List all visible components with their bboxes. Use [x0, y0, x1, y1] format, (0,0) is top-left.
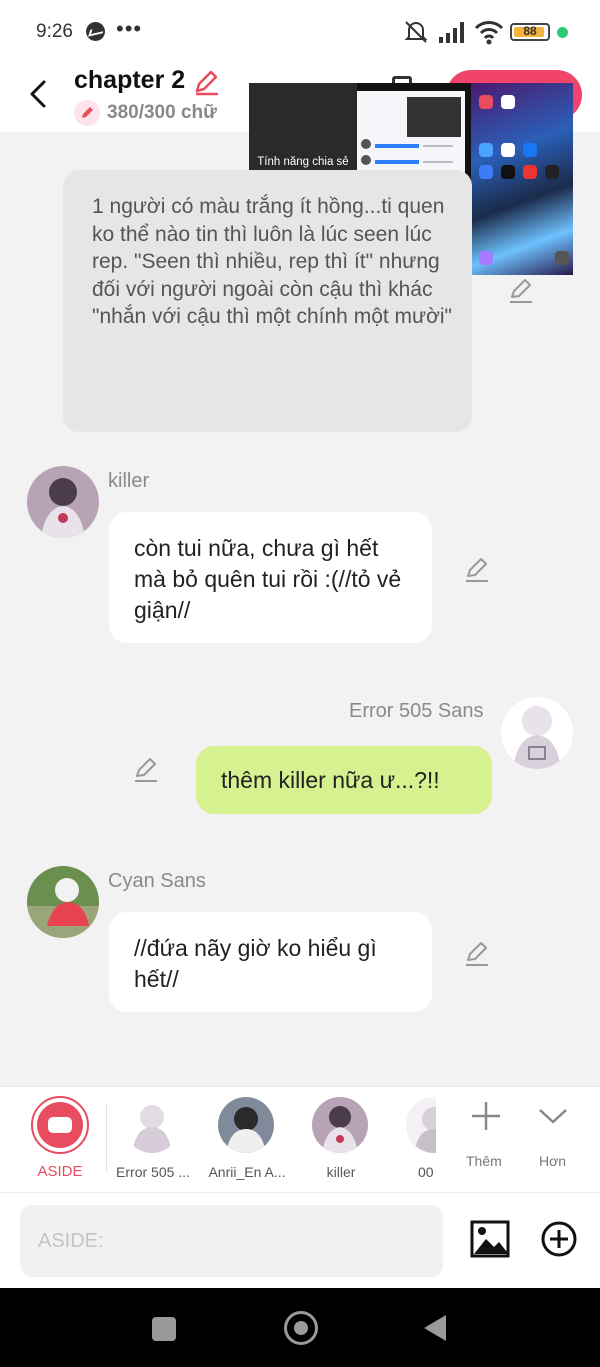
more-label[interactable]: Hơn — [539, 1153, 566, 1169]
divider — [106, 1104, 107, 1172]
word-count-pencil-icon — [74, 100, 100, 126]
character-anrii[interactable]: Anrii_En A... — [204, 1087, 290, 1193]
chapter-title[interactable]: chapter 2 — [74, 66, 185, 95]
edit-pencil-icon[interactable] — [464, 941, 490, 967]
back-icon[interactable] — [424, 1315, 446, 1341]
character-error-505[interactable]: Error 505 ... — [110, 1087, 196, 1193]
signal-icon — [439, 22, 464, 43]
edit-pencil-icon[interactable] — [508, 278, 534, 304]
screen-share-home-thumbnail — [471, 83, 573, 275]
sender-name: Error 505 Sans — [349, 700, 484, 722]
mute-icon — [404, 21, 428, 43]
aside-label: ASIDE — [37, 1163, 83, 1180]
wifi-icon — [474, 21, 504, 45]
avatar[interactable] — [501, 697, 573, 769]
aside-icon — [37, 1102, 83, 1148]
messenger-icon — [86, 22, 105, 41]
image-icon[interactable] — [470, 1219, 510, 1259]
word-count: 380/300 chữ — [107, 102, 217, 123]
sender-name: Cyan Sans — [108, 870, 206, 892]
message-text: //đứa nãy giờ ko hiểu gì hết// — [134, 935, 377, 992]
recent-apps-icon[interactable] — [152, 1317, 176, 1341]
avatar — [312, 1097, 368, 1153]
sender-name: killer — [108, 470, 150, 492]
message-text: còn tui nữa, chưa gì hết mà bỏ quên tui … — [134, 535, 402, 623]
avatar — [406, 1097, 436, 1153]
message-text: thêm killer nữa ư...?!! — [221, 767, 440, 793]
character-00[interactable]: 00 — [392, 1087, 436, 1193]
aside-character-button[interactable] — [31, 1096, 89, 1154]
character-selector-bar: Error 505 ... Anrii_En A... killer 00 — [0, 1086, 600, 1192]
message-input[interactable] — [20, 1205, 443, 1277]
edit-pencil-icon[interactable] — [464, 557, 490, 583]
avatar[interactable] — [27, 866, 99, 938]
aside-message-text: 1 người có màu trắng ít hồng...ti quen k… — [92, 195, 452, 328]
camera-in-use-indicator — [557, 27, 568, 38]
add-character-plus-icon[interactable] — [470, 1100, 502, 1132]
home-icon[interactable] — [284, 1311, 318, 1345]
back-arrow-icon[interactable] — [26, 78, 50, 110]
character-killer[interactable]: killer — [298, 1087, 384, 1193]
edit-title-pencil-icon[interactable] — [192, 68, 220, 96]
character-label: Error 505 ... — [116, 1164, 190, 1180]
battery-level: 88 — [523, 24, 537, 38]
character-label: Anrii_En A... — [208, 1164, 286, 1180]
character-label: killer — [326, 1164, 356, 1180]
avatar — [218, 1097, 274, 1153]
battery-icon: 88 — [510, 23, 550, 41]
avatar — [124, 1097, 180, 1153]
add-circle-icon[interactable] — [540, 1220, 578, 1258]
edit-pencil-icon[interactable] — [133, 757, 159, 783]
chevron-down-icon[interactable] — [538, 1104, 568, 1128]
character-label: 00 — [418, 1164, 434, 1180]
status-bar: 9:26 ••• 88 — [0, 0, 600, 62]
status-time: 9:26 — [36, 21, 73, 42]
add-character-label[interactable]: Thêm — [466, 1153, 502, 1169]
more-notifications-icon: ••• — [116, 16, 143, 41]
avatar[interactable] — [27, 466, 99, 538]
